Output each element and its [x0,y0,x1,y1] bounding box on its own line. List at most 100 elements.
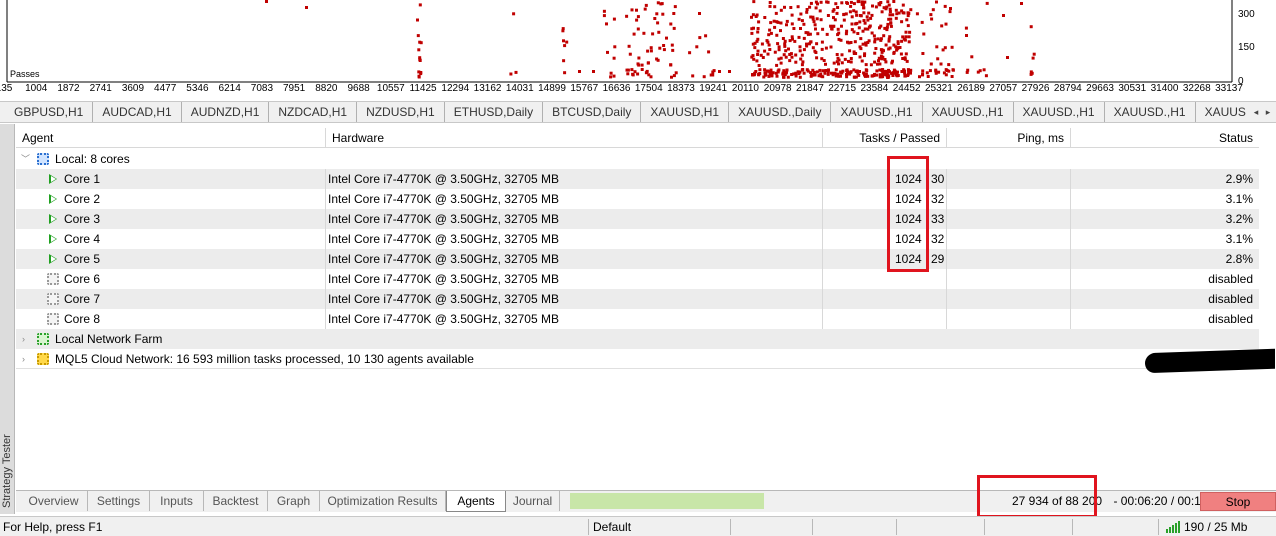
data-point [862,6,866,10]
agent-name: Core 8 [16,309,326,329]
data-point [921,72,925,76]
symbol-tab[interactable]: XAUUSD,H1 [641,102,730,122]
data-point [819,0,823,4]
data-point [565,40,569,44]
data-point [777,48,781,52]
symbol-tab[interactable]: XAUUSD.,H1 [923,102,1014,122]
agent-row[interactable]: Core 4 Intel Core i7-4770K @ 3.50GHz, 327… [16,229,1259,249]
data-point [802,22,806,26]
expand-chevron-icon[interactable]: › [22,349,32,369]
data-point [844,12,848,16]
symbol-tab[interactable]: XAUUSD.,H1 [1014,102,1105,122]
column-tasks-passed[interactable]: Tasks / Passed [823,128,947,148]
data-point [836,56,840,60]
data-point [649,46,653,50]
data-point [944,68,948,72]
data-point [821,27,825,31]
agent-row[interactable]: Core 3 Intel Core i7-4770K @ 3.50GHz, 327… [16,209,1259,229]
tab-journal[interactable]: Journal [506,491,560,511]
data-point [870,31,874,35]
agent-row[interactable]: Core 2 Intel Core i7-4770K @ 3.50GHz, 327… [16,189,1259,209]
agent-row[interactable]: Core 8 Intel Core i7-4770K @ 3.50GHz, 327… [16,309,1259,329]
column-hardware[interactable]: Hardware [326,128,823,148]
passed-value: 30 [931,172,945,186]
data-point [814,27,817,31]
stop-button[interactable]: Stop [1200,492,1276,511]
symbol-tab[interactable]: NZDUSD,H1 [357,102,445,122]
data-point [843,57,847,61]
column-agent[interactable]: Agent [16,128,326,148]
symbol-tab[interactable]: XAUUSD.,Daily [729,102,832,122]
group-cloud-row[interactable]: › MQL5 Cloud Network: 16 593 million tas… [16,349,1259,369]
data-point [649,49,653,53]
data-point [760,42,764,46]
data-point [825,32,829,36]
data-point [811,46,815,50]
data-point [688,51,692,55]
data-point [887,47,891,51]
data-point [812,70,816,74]
data-point [901,3,905,7]
symbol-tab[interactable]: XAUUS [1196,102,1256,122]
data-point [758,72,762,75]
data-point [809,1,813,5]
scroll-left-icon[interactable]: ◂ [1250,102,1262,122]
tab-agents[interactable]: Agents [446,491,506,512]
symbol-tab[interactable]: AUDNZD,H1 [182,102,270,122]
data-point [894,8,898,12]
expand-chevron-icon[interactable]: › [22,329,32,349]
data-point [798,45,802,49]
data-point [606,50,609,54]
agent-row[interactable]: Core 6 Intel Core i7-4770K @ 3.50GHz, 327… [16,269,1259,289]
data-point [626,72,630,76]
group-local-row[interactable]: ﹀ Local: 8 cores [16,149,1259,169]
data-point [767,33,771,37]
data-point [885,5,889,9]
tab-settings[interactable]: Settings [88,491,150,511]
data-point [921,52,925,55]
data-point [767,43,771,47]
column-status[interactable]: Status [1071,128,1259,148]
x-tick-label: 8820 [315,83,338,94]
data-point [921,69,925,73]
data-point [609,75,613,79]
symbol-tab[interactable]: XAUUSD.,H1 [1105,102,1196,122]
data-point [877,59,880,63]
data-point [819,18,823,22]
data-point [814,0,818,4]
data-point [768,48,772,51]
tab-overview[interactable]: Overview [20,491,88,511]
symbol-tab[interactable]: BTCUSD,Daily [543,102,642,122]
data-point [561,29,565,33]
symbol-tab[interactable]: GBPUSD,H1 [0,102,94,122]
agent-row[interactable]: Core 5 Intel Core i7-4770K @ 3.50GHz, 327… [16,249,1259,269]
symbol-tab[interactable]: XAUUSD.,H1 [831,102,923,122]
tab-inputs[interactable]: Inputs [150,491,204,511]
data-point [873,60,877,64]
symbol-tab[interactable]: ETHUSD,Daily [445,102,544,122]
data-point [800,19,804,23]
scroll-right-icon[interactable]: ▸ [1262,102,1274,122]
tab-graph[interactable]: Graph [268,491,320,511]
data-point [781,37,785,40]
agent-row[interactable]: Core 7 Intel Core i7-4770K @ 3.50GHz, 327… [16,289,1259,309]
data-point [849,41,853,44]
tab-backtest[interactable]: Backtest [204,491,268,511]
column-ping[interactable]: Ping, ms [947,128,1071,148]
data-point [640,63,644,67]
data-point [651,32,655,36]
symbol-tab[interactable]: NZDCAD,H1 [269,102,358,122]
group-farm-row[interactable]: › Local Network Farm [16,329,1259,349]
data-point [773,50,777,54]
data-point [305,6,308,9]
collapse-chevron-icon[interactable]: ﹀ [21,149,31,169]
data-point [695,45,699,49]
agent-row[interactable]: Core 1 Intel Core i7-4770K @ 3.50GHz, 327… [16,169,1259,189]
symbol-tab[interactable]: AUDCAD,H1 [93,102,182,122]
data-point [779,61,783,65]
data-point [887,68,890,72]
data-point [892,68,896,72]
data-point [659,2,663,6]
tab-optimization-results[interactable]: Optimization Results [320,491,446,511]
data-point [631,72,635,76]
